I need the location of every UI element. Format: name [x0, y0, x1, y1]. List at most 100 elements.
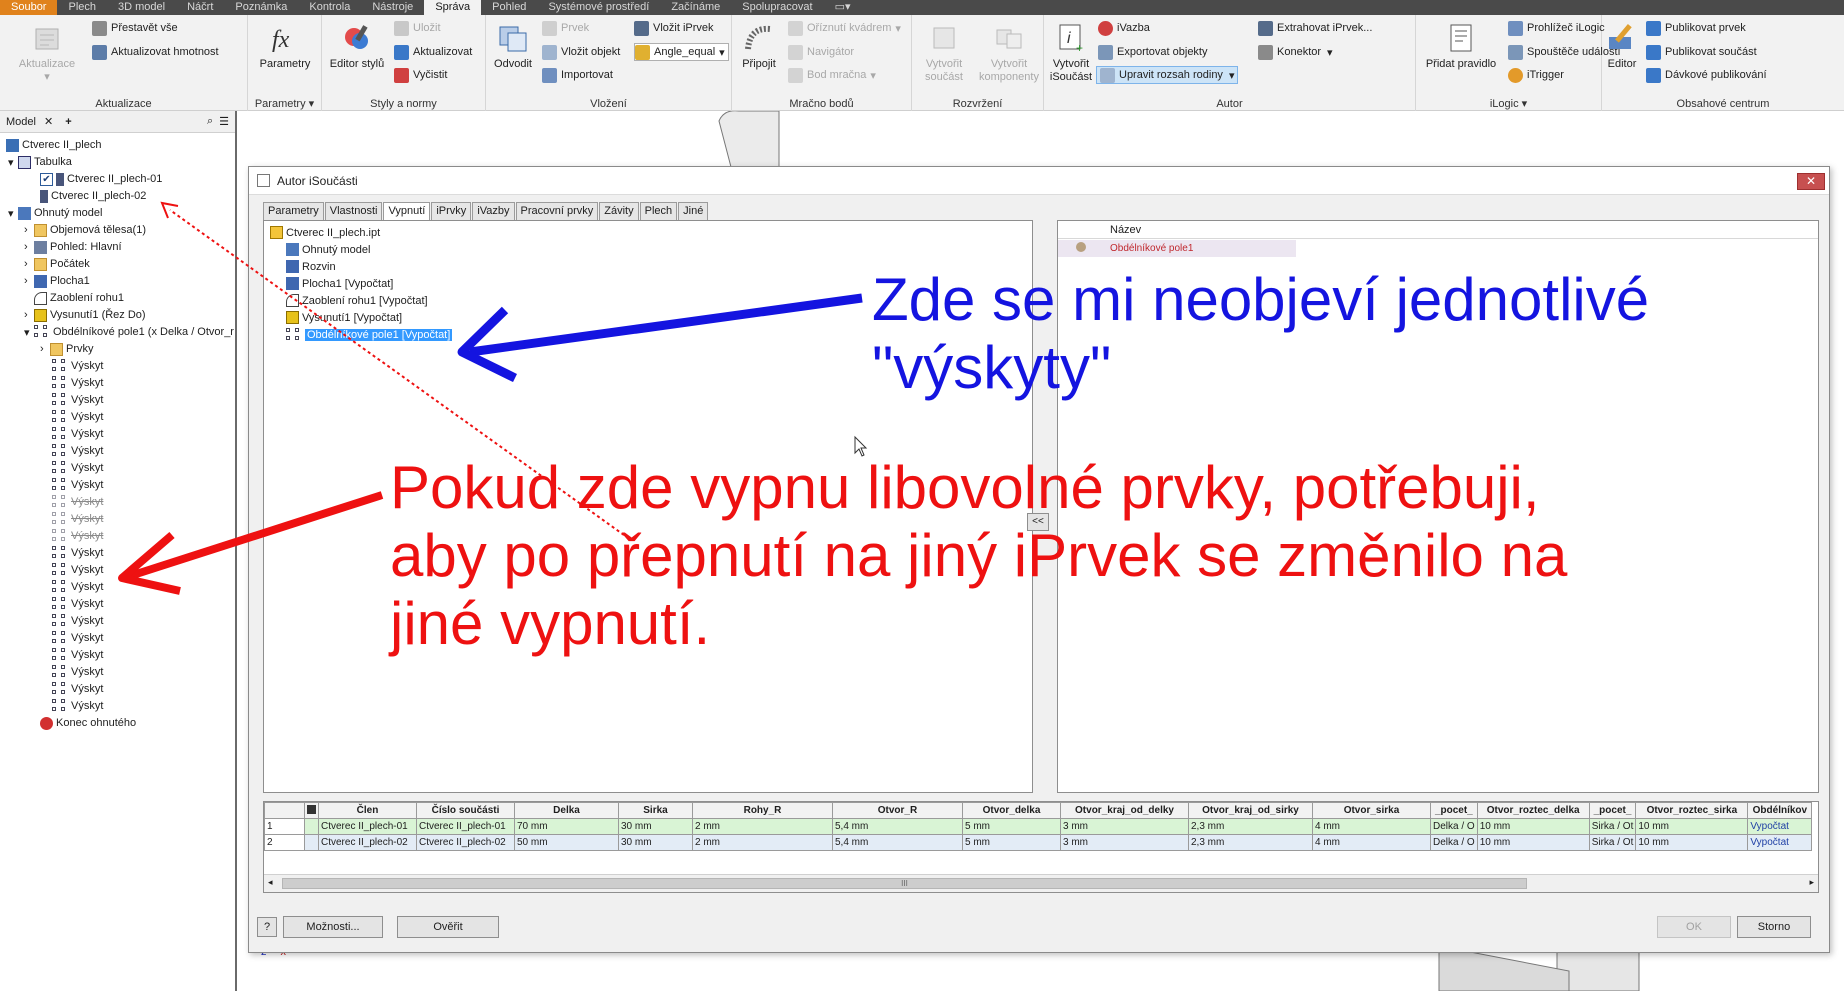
col-header[interactable]: Číslo součásti — [416, 802, 515, 819]
table-cell[interactable]: 10 mm — [1635, 834, 1749, 851]
col-header[interactable]: Otvor_kraj_od_sirky — [1188, 802, 1313, 819]
table-cell[interactable]: Ctverec II_plech-02 — [318, 834, 417, 851]
tab-plech[interactable]: Plech — [639, 202, 678, 220]
table-cell[interactable]: 10 mm — [1476, 834, 1590, 851]
storno-button[interactable]: Storno — [1737, 916, 1811, 938]
tab-jine[interactable]: Jiné — [678, 202, 709, 220]
tab-pracovni-prvky[interactable]: Pracovní prvky — [515, 202, 599, 220]
table-cell[interactable]: 2 mm — [692, 834, 833, 851]
table-cell[interactable]: 30 mm — [618, 834, 693, 851]
scroll-right-icon[interactable]: ▸ — [1809, 877, 1814, 888]
menu-tab-kontrola[interactable]: Kontrola — [298, 0, 361, 15]
menu-tab-sprava[interactable]: Správa — [424, 0, 482, 15]
table-cell[interactable]: 10 mm — [1635, 818, 1749, 835]
extrahovat-iprvek-button[interactable]: Extrahovat iPrvek... — [1258, 19, 1372, 37]
overit-button[interactable]: Ověřit — [397, 916, 499, 938]
col-header[interactable]: Otvor_roztec_sirka — [1635, 802, 1749, 819]
table-cell[interactable]: 5 mm — [962, 818, 1061, 835]
vytvorit-komponenty-button[interactable]: Vytvořit komponenty — [976, 21, 1042, 84]
table-cell[interactable]: 5 mm — [962, 834, 1061, 851]
menu-tab-nastroje[interactable]: Nástroje — [361, 0, 424, 15]
importovat-button[interactable]: Importovat — [542, 66, 613, 84]
search-icon[interactable]: ⌕ — [207, 115, 213, 128]
col-header[interactable]: Otvor_R — [832, 802, 963, 819]
odvodit-button[interactable]: Odvodit — [486, 21, 540, 71]
table-cell[interactable]: Delka / O — [1430, 834, 1478, 851]
close-icon[interactable]: ✕ — [44, 115, 53, 128]
vlozit-objekt-button[interactable]: Vložit objekt — [542, 43, 620, 61]
menu-icon[interactable]: ☰ — [219, 115, 229, 128]
vycistit-button[interactable]: Vyčistit — [394, 66, 447, 84]
aktualizovat-button[interactable]: Aktualizovat — [394, 43, 472, 61]
col-header[interactable]: _pocet_ — [1588, 802, 1637, 819]
moznosti-button[interactable]: Možnosti... — [283, 916, 383, 938]
davkove-publikovani-button[interactable]: Dávkové publikování — [1646, 66, 1767, 84]
publikovat-soucast-button[interactable]: Publikovat součást — [1646, 43, 1757, 61]
menu-tab-zaciname[interactable]: Začínáme — [660, 0, 731, 15]
upravit-rozsah-rodiny-button[interactable]: Upravit rozsah rodiny ▾ — [1096, 66, 1239, 84]
table-row[interactable]: 1 Ctverec II_plech-01 Ctverec II_plech-01 7… — [264, 818, 1813, 835]
oriznuti-kvadrem-button[interactable]: Oříznutí kvádrem ▾ — [788, 19, 901, 37]
scroll-left-icon[interactable]: ◂ — [268, 877, 273, 888]
col-header[interactable]: _pocet_ — [1430, 802, 1478, 819]
horizontal-scrollbar[interactable]: ◂ III ▸ — [264, 874, 1818, 892]
aktualizovat-hmotnost-button[interactable]: Aktualizovat hmotnost — [92, 43, 219, 61]
menu-tab-systemove-prostredi[interactable]: Systémové prostředí — [537, 0, 660, 15]
col-header[interactable]: Otvor_delka — [962, 802, 1061, 819]
col-header[interactable]: Rohy_R — [692, 802, 833, 819]
table-cell[interactable]: Delka / O — [1430, 818, 1478, 835]
table-cell[interactable]: Ctverec II_plech-01 — [318, 818, 417, 835]
navigator-button[interactable]: Navigátor — [788, 43, 854, 61]
table-cell[interactable]: Vypočtat — [1747, 818, 1813, 835]
ok-button[interactable]: OK — [1657, 916, 1731, 938]
table-cell[interactable]: 2,3 mm — [1188, 834, 1313, 851]
menu-tab-spolupracovat[interactable]: Spolupracovat — [731, 0, 823, 15]
ulozit-button[interactable]: Uložit — [394, 19, 441, 37]
prohlizec-ilogic-button[interactable]: Prohlížeč iLogic — [1508, 19, 1605, 37]
iprvek-dropdown[interactable]: Angle_equal ▾ — [634, 43, 729, 61]
help-icon[interactable]: ? — [257, 917, 277, 937]
itrigger-button[interactable]: iTrigger — [1508, 66, 1564, 84]
table-cell[interactable]: 10 mm — [1476, 818, 1590, 835]
ivazba-button[interactable]: iVazba — [1098, 19, 1150, 37]
table-cell[interactable]: Sirka / Ot — [1588, 834, 1637, 851]
table-cell[interactable]: 5,4 mm — [832, 834, 963, 851]
tree-end-of-folded[interactable]: Konec ohnutého — [40, 713, 136, 733]
close-icon[interactable]: ✕ — [1797, 173, 1825, 190]
vytvorit-isoucast-button[interactable]: i + Vytvořit iSoučást — [1048, 21, 1094, 84]
vytvorit-soucast-button[interactable]: Vytvořit součást — [914, 21, 974, 84]
menu-tab-soubor[interactable]: Soubor — [0, 0, 58, 15]
menu-tab-pohled[interactable]: Pohled — [481, 0, 537, 15]
table-cell[interactable]: Vypočtat — [1747, 834, 1813, 851]
scroll-thumb[interactable]: III — [282, 878, 1527, 889]
tab-vlastnosti[interactable]: Vlastnosti — [324, 202, 383, 220]
pripojit-button[interactable]: Připojit — [734, 21, 784, 71]
table-cell[interactable]: 30 mm — [618, 818, 693, 835]
col-header[interactable]: Otvor_sirka — [1312, 802, 1431, 819]
pridat-pravidlo-button[interactable]: Přidat pravidlo — [1416, 21, 1506, 71]
col-header[interactable]: Obdélníkov — [1747, 802, 1813, 819]
tab-vypnuti[interactable]: Vypnutí — [383, 202, 431, 221]
exportovat-objekty-button[interactable]: Exportovat objekty — [1098, 43, 1208, 61]
col-header[interactable]: Delka — [514, 802, 619, 819]
editor-button[interactable]: Editor — [1602, 21, 1642, 71]
tab-ivazby[interactable]: iVazby — [472, 202, 515, 220]
table-cell[interactable]: 5,4 mm — [832, 818, 963, 835]
browser-tab-model[interactable]: Model — [6, 116, 36, 128]
table-cell[interactable]: 4 mm — [1312, 818, 1431, 835]
prestavet-vse-button[interactable]: Přestavět vše — [92, 19, 178, 37]
col-header[interactable]: Člen — [318, 802, 417, 819]
editor-stylu-button[interactable]: Editor stylů — [324, 21, 390, 71]
menu-tab-plech[interactable]: Plech — [57, 0, 107, 15]
tab-zavity[interactable]: Závity — [599, 202, 639, 220]
table-cell[interactable]: Ctverec II_plech-01 — [416, 818, 515, 835]
table-cell[interactable]: 4 mm — [1312, 834, 1431, 851]
table-cell[interactable]: 50 mm — [514, 834, 619, 851]
konektor-button[interactable]: Konektor ▾ — [1258, 43, 1333, 61]
col-header[interactable]: Otvor_roztec_delka — [1476, 802, 1590, 819]
col-header[interactable]: Otvor_kraj_od_delky — [1060, 802, 1189, 819]
parametry-button[interactable]: fx Parametry — [252, 21, 318, 71]
prvek-button[interactable]: Prvek — [542, 19, 589, 37]
publikovat-prvek-button[interactable]: Publikovat prvek — [1646, 19, 1746, 37]
table-cell[interactable]: 2 mm — [692, 818, 833, 835]
